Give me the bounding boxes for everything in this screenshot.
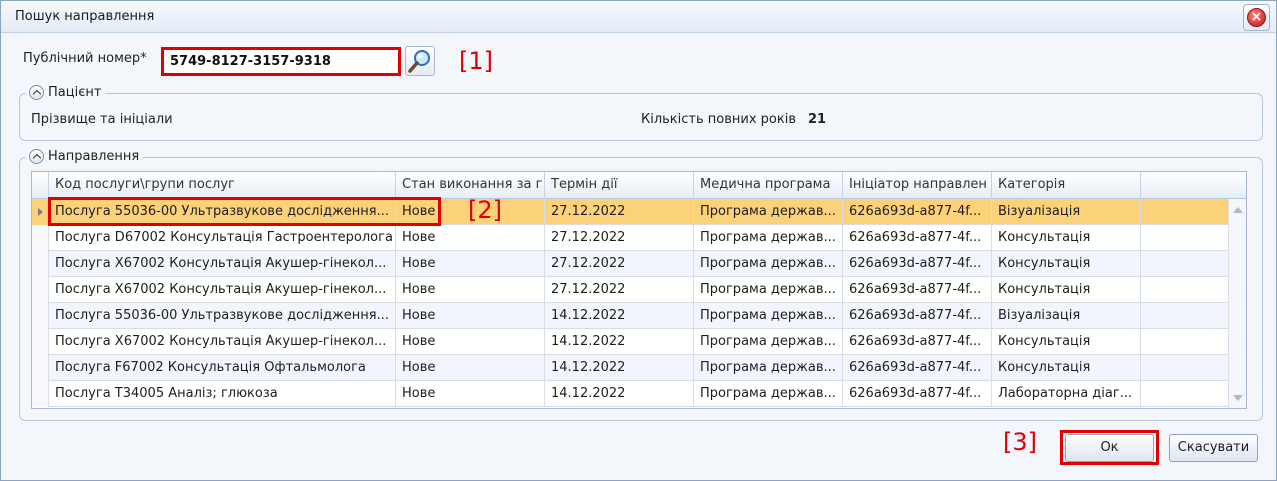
referrals-group-header[interactable]: Направлення [25, 149, 144, 164]
close-icon: × [1247, 8, 1266, 27]
cell-status: Нове [396, 329, 545, 355]
current-row-arrow-icon [38, 208, 43, 216]
cell-initiator: 626a693d-a877-4f... [843, 303, 992, 329]
cell-status: Нове [396, 225, 545, 251]
cell-status: Нове [396, 303, 545, 329]
cell-service: Послуга X67002 Консультація Акушер-гінек… [49, 277, 396, 303]
cell-program: Програма держав... [694, 381, 843, 407]
table-row[interactable]: Послуга D67002 Консультація Гастроентеро… [32, 225, 1228, 251]
window-title: Пошук направлення [15, 9, 155, 24]
vertical-scrollbar[interactable] [1228, 199, 1246, 408]
cell-initiator: 626a693d-a877-4f... [843, 329, 992, 355]
column-header-initiator[interactable]: Ініціатор направлен [843, 172, 992, 199]
cell-initiator: 626a693d-a877-4f... [843, 355, 992, 381]
annotation-marker-2: [2] [468, 196, 502, 224]
table-header: Код послуги\групи послуг Стан виконання … [32, 172, 1246, 199]
cell-service: Послуга D67002 Консультація Гастроентеро… [49, 225, 396, 251]
row-indicator [32, 355, 49, 381]
cell-status: Нове [396, 381, 545, 407]
cell-service: Послуга X67002 Консультація Акушер-гінек… [49, 329, 396, 355]
cell-initiator: 626a693d-a877-4f... [843, 199, 992, 225]
cell-term: 27.12.2022 [545, 277, 694, 303]
table-row[interactable]: Послуга 55036-00 Ультразвукове досліджен… [32, 199, 1228, 225]
cell-service: Послуга T34005 Аналіз; глюкоза [49, 381, 396, 407]
column-header-category[interactable]: Категорія [992, 172, 1141, 199]
public-number-label: Публічний номер* [23, 51, 147, 66]
cell-program: Програма держав... [694, 225, 843, 251]
cell-program: Програма держав... [694, 329, 843, 355]
row-indicator [32, 251, 49, 277]
row-indicator [32, 199, 49, 225]
annotation-marker-1: [1] [459, 47, 493, 75]
cell-term: 14.12.2022 [545, 303, 694, 329]
cell-service: Послуга F67002 Консультація Офтальмолога [49, 355, 396, 381]
search-button[interactable] [405, 46, 435, 76]
cell-status: Нове [396, 251, 545, 277]
cell-program: Програма держав... [694, 355, 843, 381]
cell-category: Консультація [992, 355, 1141, 381]
magnifier-icon [408, 50, 430, 73]
cell-initiator: 626a693d-a877-4f... [843, 277, 992, 303]
cell-program: Програма держав... [694, 277, 843, 303]
cell-term: 27.12.2022 [545, 199, 694, 225]
row-indicator [32, 277, 49, 303]
cell-service: Послуга X67002 Консультація Акушер-гінек… [49, 251, 396, 277]
cell-category: Візуалізація [992, 199, 1141, 225]
column-header-service[interactable]: Код послуги\групи послуг [49, 172, 396, 199]
scroll-up-icon[interactable] [1233, 207, 1243, 213]
column-header-status[interactable]: Стан виконання за г [396, 172, 545, 199]
table-row[interactable]: Послуга X67002 Консультація Акушер-гінек… [32, 277, 1228, 303]
patient-age-label: Кількість повних років [641, 112, 797, 127]
close-button[interactable]: × [1243, 4, 1270, 31]
table-row[interactable]: Послуга T34005 Аналіз; глюкоза Нове 14.1… [32, 381, 1228, 407]
cell-category: Консультація [992, 277, 1141, 303]
header-indicator [32, 172, 49, 199]
patient-group-header[interactable]: Пацієнт [25, 85, 106, 100]
referrals-table: Код послуги\групи послуг Стан виконання … [31, 171, 1247, 409]
cell-category: Консультація [992, 251, 1141, 277]
column-header-program[interactable]: Медична програма [694, 172, 843, 199]
scroll-down-icon[interactable] [1233, 395, 1243, 401]
row-indicator [32, 381, 49, 407]
cell-term: 14.12.2022 [545, 329, 694, 355]
public-number-input[interactable] [161, 47, 401, 76]
cell-category: Консультація [992, 225, 1141, 251]
cell-category: Візуалізація [992, 303, 1141, 329]
ok-button[interactable]: Ок [1065, 434, 1154, 462]
cell-term: 14.12.2022 [545, 355, 694, 381]
row-indicator [32, 303, 49, 329]
table-row[interactable]: Послуга F67002 Консультація Офтальмолога… [32, 355, 1228, 381]
row-indicator [32, 225, 49, 251]
cell-status: Нове [396, 277, 545, 303]
cell-service: Послуга 55036-00 Ультразвукове досліджен… [49, 303, 396, 329]
referrals-group-title: Направлення [48, 149, 140, 164]
annotation-marker-3: [3] [1003, 428, 1037, 456]
title-bar: Пошук направлення × [1, 1, 1276, 33]
cell-initiator: 626a693d-a877-4f... [843, 225, 992, 251]
dialog-window: Пошук направлення × Публічний номер* [1]… [0, 0, 1277, 481]
cell-initiator: 626a693d-a877-4f... [843, 381, 992, 407]
column-header-term[interactable]: Термін дії [545, 172, 694, 199]
row-indicator [32, 329, 49, 355]
cell-term: 27.12.2022 [545, 225, 694, 251]
cell-program: Програма держав... [694, 303, 843, 329]
table-row[interactable]: Послуга X67002 Консультація Акушер-гінек… [32, 251, 1228, 277]
table-row[interactable]: Послуга X67002 Консультація Акушер-гінек… [32, 329, 1228, 355]
patient-age-value: 21 [808, 112, 827, 127]
cell-term: 27.12.2022 [545, 251, 694, 277]
cell-program: Програма держав... [694, 251, 843, 277]
cell-program: Програма держав... [694, 199, 843, 225]
table-row[interactable]: Послуга 55036-00 Ультразвукове досліджен… [32, 303, 1228, 329]
collapse-icon[interactable] [29, 149, 44, 164]
cell-initiator: 626a693d-a877-4f... [843, 251, 992, 277]
cell-service: Послуга 55036-00 Ультразвукове досліджен… [49, 199, 396, 225]
cell-term: 14.12.2022 [545, 381, 694, 407]
cancel-button[interactable]: Скасувати [1169, 434, 1258, 462]
collapse-icon[interactable] [29, 85, 44, 100]
cell-category: Консультація [992, 329, 1141, 355]
patient-group-title: Пацієнт [48, 85, 102, 100]
patient-name-label: Прізвище та ініціали [31, 112, 173, 127]
cell-status: Нове [396, 355, 545, 381]
cell-category: Лабораторна діаг... [992, 381, 1141, 407]
